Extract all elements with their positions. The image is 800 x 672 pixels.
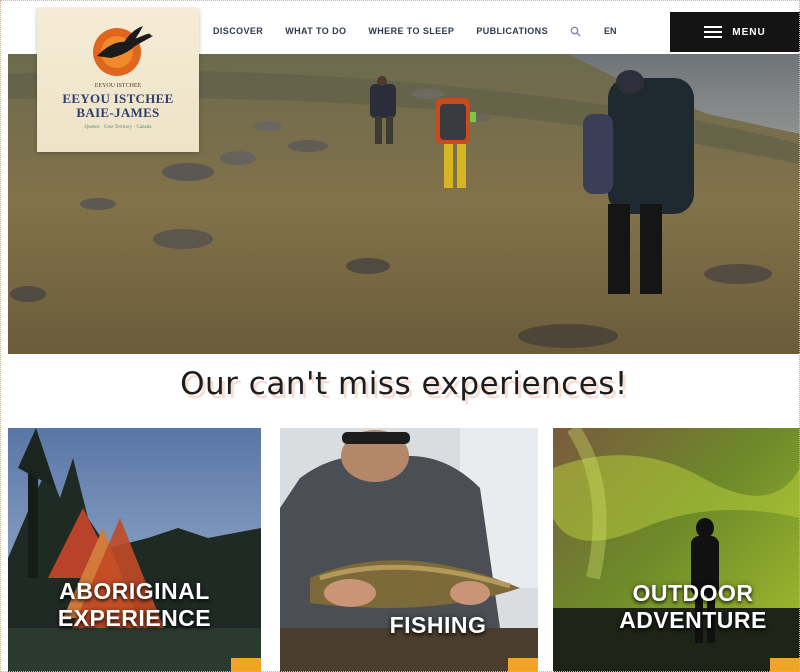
- nav-link-what-to-do[interactable]: WHAT TO DO: [285, 26, 346, 36]
- card-title-aboriginal: ABORIGINAL EXPERIENCE: [8, 578, 261, 632]
- card-arrow-tab[interactable]: [231, 658, 261, 672]
- card-title-line2: EXPERIENCE: [57, 605, 212, 631]
- nav-link-where-to-sleep[interactable]: WHERE TO SLEEP: [368, 26, 454, 36]
- page-title: Our can't miss experiences!: [180, 366, 628, 402]
- experiences-section-header: Our can't miss experiences! Our can't mi…: [8, 354, 800, 428]
- site-logo[interactable]: EEYOU ISTCHEE EEYOU ISTCHEE BAIE-JAMES Q…: [37, 8, 199, 152]
- search-icon[interactable]: [570, 25, 582, 37]
- card-title-line1: OUTDOOR: [632, 580, 754, 606]
- goose-sun-emblem-icon: [87, 20, 157, 80]
- card-fishing[interactable]: FISHING: [280, 428, 538, 672]
- card-aboriginal-experience[interactable]: ABORIGINAL EXPERIENCE: [8, 428, 261, 672]
- logo-name: EEYOU ISTCHEE BAIE-JAMES: [37, 92, 199, 120]
- menu-label: MENU: [732, 26, 766, 38]
- card-title-line2: ADVENTURE: [619, 607, 767, 633]
- card-title-fishing: FISHING: [338, 612, 538, 639]
- northern-lights-silhouette-photo: [553, 428, 800, 672]
- logo-tagline: Quebec · Cree Territory · Canada: [84, 125, 152, 130]
- card-arrow-tab[interactable]: [770, 658, 800, 672]
- nav-link-publications[interactable]: PUBLICATIONS: [476, 26, 548, 36]
- card-title-line1: FISHING: [389, 612, 487, 638]
- menu-button[interactable]: MENU: [670, 12, 800, 52]
- card-arrow-tab[interactable]: [508, 658, 538, 672]
- card-title-line1: ABORIGINAL: [59, 578, 210, 604]
- logo-name-line1: EEYOU ISTCHEE: [62, 91, 174, 106]
- language-switch[interactable]: EN: [604, 26, 617, 36]
- nav-links: DISCOVER WHAT TO DO WHERE TO SLEEP PUBLI…: [213, 12, 617, 50]
- logo-top-text: EEYOU ISTCHEE: [94, 83, 142, 89]
- logo-name-line2: BAIE-JAMES: [76, 105, 160, 120]
- hamburger-icon: [704, 26, 723, 38]
- teepee-forest-photo: [8, 428, 261, 672]
- card-title-outdoor: OUTDOOR ADVENTURE: [593, 580, 793, 634]
- card-outdoor-adventure[interactable]: OUTDOOR ADVENTURE: [553, 428, 800, 672]
- nav-link-discover[interactable]: DISCOVER: [213, 26, 263, 36]
